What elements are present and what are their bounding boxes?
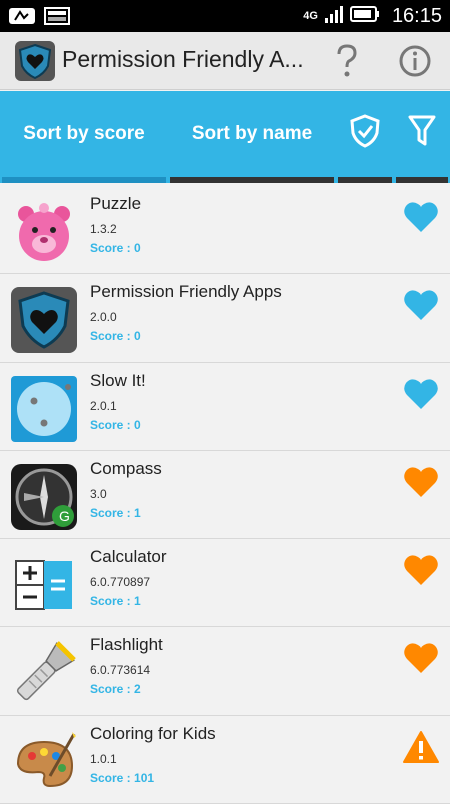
status-bar: 4G 16:15: [0, 0, 450, 32]
app-score: Score : 1: [90, 505, 141, 520]
app-version: 3.0: [90, 486, 107, 501]
network-type-label: 4G: [303, 10, 318, 22]
filter-funnel-icon: [407, 113, 437, 155]
app-score: Score : 0: [90, 241, 141, 255]
slow-it-board-icon: [10, 375, 78, 443]
app-version: 2.0.1: [90, 398, 117, 413]
tab-indicator-filter: [396, 177, 448, 183]
app-name: Slow It!: [90, 370, 146, 390]
app-name: Permission Friendly Apps: [90, 282, 282, 302]
info-icon[interactable]: [398, 44, 432, 78]
sync-notification-icon: [8, 6, 36, 31]
heart-orange-icon: [402, 463, 440, 501]
tab-verified[interactable]: [336, 91, 394, 177]
app-score: Score : 0: [90, 417, 141, 432]
app-shield-heart-icon[interactable]: [14, 40, 56, 82]
app-list: Puzzle 1.3.2 Score : 0 Permission Friend…: [0, 186, 450, 804]
list-item[interactable]: Slow It! 2.0.1 Score : 0: [0, 362, 450, 451]
app-name: Coloring for Kids: [90, 723, 216, 743]
app-version: 6.0.770897: [90, 575, 151, 590]
list-item[interactable]: G Compass 3.0 Score : 1: [0, 450, 450, 540]
app-title: Permission Friendly A...: [62, 46, 302, 72]
tab-indicator-score-active: [2, 177, 166, 183]
heart-orange-icon: [402, 551, 440, 589]
compass-icon: G: [10, 463, 78, 531]
app-name: Flashlight: [90, 635, 163, 655]
tab-bar: Sort by score Sort by name: [0, 91, 450, 183]
tab-indicator-verified: [338, 177, 392, 183]
tab-sort-by-score[interactable]: Sort by score: [0, 91, 168, 177]
app-version: 1.3.2: [90, 222, 117, 236]
tab-filter[interactable]: [394, 91, 450, 177]
list-item[interactable]: Permission Friendly Apps 2.0.0 Score : 0: [0, 274, 450, 363]
heart-blue-icon: [402, 198, 440, 236]
calculator-icon: [10, 551, 78, 619]
battery-icon: [349, 5, 380, 28]
app-score: Score : 101: [90, 770, 155, 785]
paint-palette-icon: [10, 728, 78, 796]
flashlight-icon: [10, 639, 78, 707]
list-item[interactable]: Calculator 6.0.770897 Score : 1: [0, 539, 450, 628]
shield-check-icon: [348, 113, 382, 155]
tab-sort-by-name[interactable]: Sort by name: [168, 91, 336, 177]
app-version: 6.0.773614: [90, 663, 151, 678]
app-score: Score : 2: [90, 682, 141, 697]
puzzle-bear-icon: [10, 198, 78, 266]
signal-icon: [324, 4, 344, 29]
action-bar: Permission Friendly A...: [0, 32, 450, 90]
clock: 16:15: [391, 4, 442, 27]
warning-icon: [402, 728, 440, 766]
list-item[interactable]: Flashlight 6.0.773614 Score : 2: [0, 627, 450, 716]
help-question-icon[interactable]: [330, 42, 364, 80]
app-name: Puzzle: [90, 194, 142, 213]
app-score: Score : 0: [90, 329, 141, 344]
tab-indicator-name: [170, 177, 334, 183]
app-name: Calculator: [90, 547, 167, 567]
app-version: 2.0.0: [90, 310, 117, 325]
list-item[interactable]: Coloring for Kids 1.0.1 Score : 101: [0, 715, 450, 804]
heart-orange-icon: [402, 639, 440, 677]
heart-blue-icon: [402, 286, 440, 324]
list-item[interactable]: Puzzle 1.3.2 Score : 0: [0, 186, 450, 275]
app-version: 1.0.1: [90, 751, 117, 766]
app-score: Score : 1: [90, 594, 141, 609]
tab-indicator: [0, 177, 450, 183]
app-shield-heart-icon: [10, 286, 78, 354]
heart-blue-icon: [402, 375, 440, 413]
app-name: Compass: [90, 458, 162, 478]
image-notification-icon: [44, 6, 70, 31]
svg-text:G: G: [59, 508, 70, 524]
